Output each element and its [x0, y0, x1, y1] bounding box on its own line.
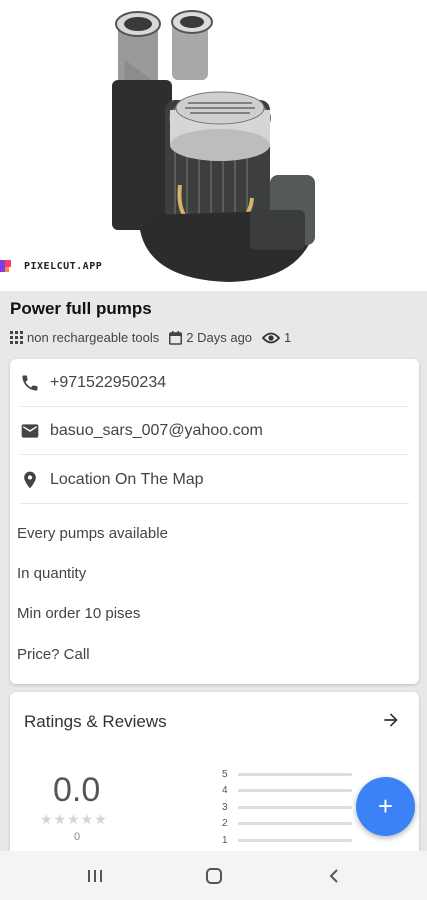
back-button[interactable] [304, 851, 364, 900]
rating-level: 3 [222, 802, 228, 813]
views-count: 1 [284, 330, 292, 345]
rating-level: 4 [222, 785, 228, 796]
home-icon [206, 867, 222, 884]
rating-level: 1 [222, 835, 228, 846]
recent-apps-button[interactable] [65, 851, 125, 900]
description-line: Price? Call [17, 646, 90, 663]
pixelcut-logo-icon [0, 258, 16, 274]
rating-bar-row: 1 [222, 835, 352, 846]
rating-bar-row: 5 [222, 769, 352, 780]
add-fab-button[interactable]: + [356, 777, 415, 836]
watermark-text: PIXELCUT.APP [24, 260, 103, 272]
rating-score: 0.0 [53, 771, 101, 809]
rating-stars: ★★★★★ [40, 811, 108, 827]
rating-bar [238, 806, 352, 809]
rating-bar [238, 822, 352, 825]
rating-bar [238, 839, 352, 842]
rating-bar-row: 3 [222, 802, 352, 813]
location-link: Location On The Map [50, 470, 204, 488]
category-label: non rechargeable tools [27, 330, 160, 345]
eye-icon [262, 332, 281, 343]
grid-icon [10, 331, 23, 344]
location-row[interactable]: Location On The Map [20, 456, 409, 504]
listing-title: Power full pumps [10, 299, 152, 318]
rating-bar-row: 2 [222, 818, 352, 829]
views-meta: 1 [262, 330, 291, 345]
calendar-icon [169, 330, 183, 345]
rating-bar [238, 789, 352, 792]
rating-level: 5 [222, 769, 228, 780]
email-address: basuo_sars_007@yahoo.com [50, 421, 263, 439]
back-icon [329, 868, 338, 883]
ratings-title: Ratings & Reviews [24, 712, 167, 731]
details-card: +971522950234 basuo_sars_007@yahoo.com L… [10, 359, 419, 684]
phone-row[interactable]: +971522950234 [20, 359, 409, 407]
arrow-right-icon[interactable] [381, 710, 401, 735]
phone-number: +971522950234 [50, 373, 167, 391]
pixelcut-watermark: PIXELCUT.APP [0, 258, 102, 274]
posted-label: 2 Days ago [186, 330, 253, 345]
email-row[interactable]: basuo_sars_007@yahoo.com [20, 407, 409, 455]
product-image[interactable]: PIXELCUT.APP [0, 0, 427, 291]
plus-icon: + [377, 791, 394, 821]
location-pin-icon [24, 471, 36, 488]
category-meta[interactable]: non rechargeable tools [10, 330, 159, 345]
rating-level: 2 [222, 818, 228, 829]
system-nav-bar [0, 851, 427, 900]
rating-bar-row: 4 [222, 785, 352, 796]
posted-meta: 2 Days ago [169, 330, 252, 345]
ratings-card: Ratings & Reviews 0.0 ★★★★★ 0 5 4 3 2 1 [10, 692, 419, 862]
description-line: Every pumps available [17, 525, 168, 542]
description-line: Min order 10 pises [17, 605, 141, 622]
pump-illustration [112, 10, 315, 282]
review-count: 0 [74, 831, 81, 843]
home-button[interactable] [184, 851, 244, 900]
recent-apps-icon [88, 869, 102, 882]
phone-icon [22, 375, 38, 390]
description-line: In quantity [17, 565, 87, 582]
mail-icon [21, 423, 39, 438]
listing-meta: non rechargeable tools 2 Days ago 1 [10, 330, 301, 345]
rating-bar [238, 773, 352, 776]
